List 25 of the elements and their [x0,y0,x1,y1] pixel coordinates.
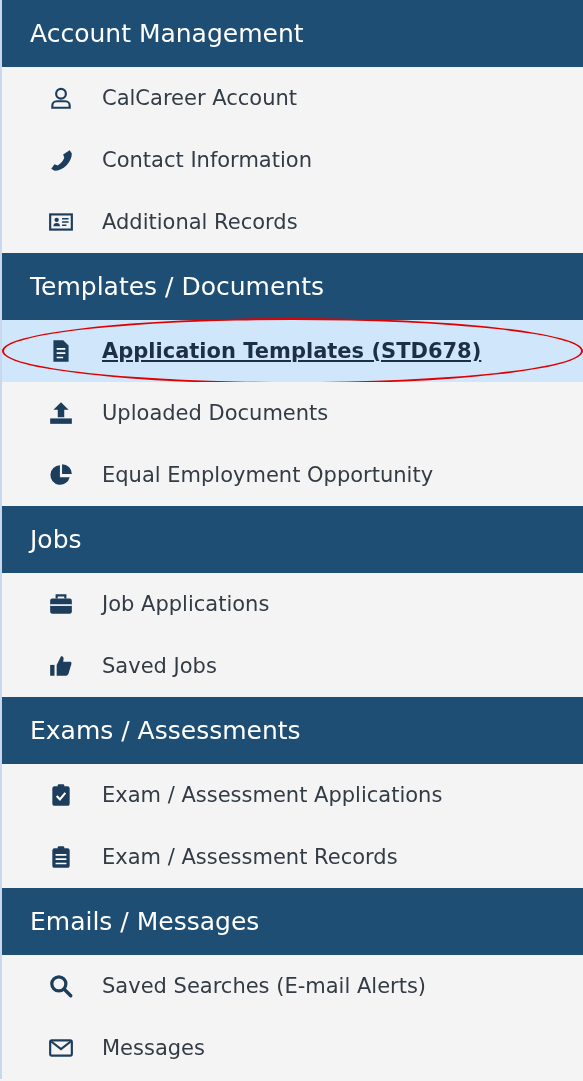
section-header: Exams / Assessments [2,697,583,764]
search-icon [48,973,74,999]
menu-item[interactable]: Application Templates (STD678) [2,320,583,382]
menu-link[interactable]: Additional Records [102,210,298,234]
menu-link[interactable]: Contact Information [102,148,312,172]
section-header: Jobs [2,506,583,573]
section-header: Emails / Messages [2,888,583,955]
menu-link[interactable]: Uploaded Documents [102,401,329,425]
section-header: Account Management [2,0,583,67]
upload-icon [48,400,74,426]
section-header: Templates / Documents [2,253,583,320]
menu-link[interactable]: Application Templates (STD678) [102,339,482,363]
menu-link[interactable]: CalCareer Account [102,86,297,110]
menu-link[interactable]: Exam / Assessment Records [102,845,398,869]
briefcase-icon [48,591,74,617]
phone-icon [48,147,74,173]
user-icon [48,85,74,111]
menu-link[interactable]: Saved Jobs [102,654,217,678]
thumbs-up-icon [48,653,74,679]
menu-link[interactable]: Messages [102,1036,205,1060]
menu-link[interactable]: Job Applications [102,592,270,616]
menu-link[interactable]: Equal Employment Opportunity [102,463,434,487]
menu-link[interactable]: Saved Searches (E-mail Alerts) [102,974,427,998]
menu-link[interactable]: Exam / Assessment Applications [102,783,443,807]
pie-chart-icon [48,462,74,488]
